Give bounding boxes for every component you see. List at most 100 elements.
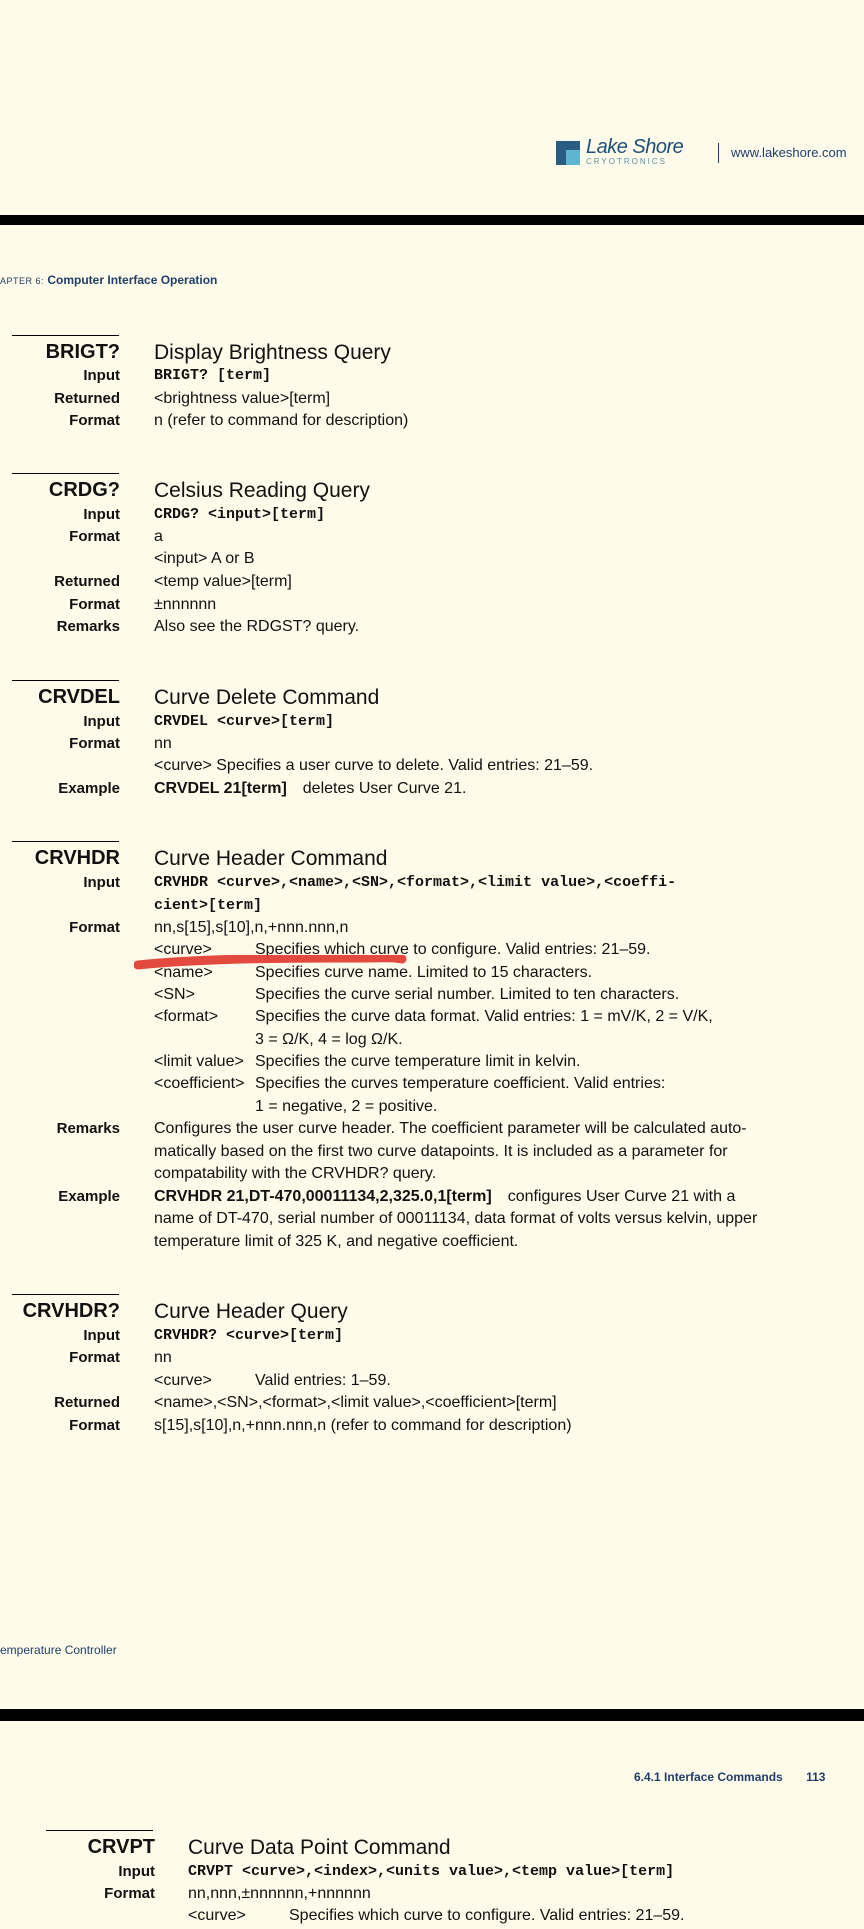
example-line: CRVDEL 21[term] deletes User Curve 21.	[154, 780, 466, 798]
example-label: Example	[58, 1188, 120, 1205]
param-name: <coefficient>	[154, 1075, 245, 1092]
chapter-prefix: APTER 6:	[0, 276, 45, 286]
example-desc: name of DT-470, serial number of 0001113…	[154, 1210, 758, 1227]
crvpt-input-row: Input CRVPT <curve>,<index>,<units value…	[0, 1863, 864, 1885]
website-link[interactable]: www.lakeshore.com	[731, 145, 847, 160]
section-rule	[12, 335, 119, 336]
logo-mark-accent	[566, 150, 580, 165]
logo-name: Lake Shore	[586, 136, 684, 158]
example-label: Example	[58, 780, 120, 797]
format-value: nn,s[15],s[10],n,+nnn.nnn,n	[154, 919, 349, 936]
crvhdr-param-row: 1 = negative, 2 = positive.	[0, 1098, 864, 1120]
format-label: Format	[69, 412, 120, 429]
crvdel-format-row: Format nn	[0, 735, 864, 757]
crdg-format-row: Format a	[0, 528, 864, 550]
crvhdr-example-row: temperature limit of 325 K, and negative…	[0, 1233, 864, 1255]
input-syntax: CRDG? <input>[term]	[154, 506, 326, 523]
param-name: <limit value>	[154, 1053, 244, 1070]
top-rule	[0, 215, 864, 225]
crvhdr-format-row: Format nn,s[15],s[10],n,+nnn.nnn,n	[0, 919, 864, 941]
section-rule	[12, 841, 119, 842]
command-title: Celsius Reading Query	[154, 479, 370, 502]
param-desc: Specifies which curve to configure. Vali…	[289, 1907, 685, 1924]
crvhdr-param-row: <name> Specifies curve name. Limited to …	[0, 964, 864, 986]
crdg-input-row: Input CRDG? <input>[term]	[0, 506, 864, 528]
crvhdr-example-row: Example CRVHDR 21,DT-470,00011134,2,325.…	[0, 1188, 864, 1210]
crdg-remarks-row: Remarks Also see the RDGST? query.	[0, 618, 864, 640]
brigt-format-row: Format n (refer to command for descripti…	[0, 412, 864, 434]
crvhdr-param-row: 3 = Ω/K, 4 = log Ω/K.	[0, 1031, 864, 1053]
param-name: <SN>	[154, 986, 195, 1003]
format-value: ±nnnnnn	[154, 596, 217, 613]
input-label: Input	[83, 1327, 120, 1344]
command-name: CRVHDR	[34, 847, 120, 869]
crvhdr-param-row: <SN> Specifies the curve serial number. …	[0, 986, 864, 1008]
section-rule	[12, 473, 119, 474]
input-syntax: CRVHDR <curve>,<name>,<SN>,<format>,<lim…	[154, 874, 677, 891]
crvhdrq-format2-row: Format s[15],s[10],n,+nnn.nnn,n (refer t…	[0, 1417, 864, 1439]
crvhdr-param-row: <format> Specifies the curve data format…	[0, 1008, 864, 1030]
format-label: Format	[69, 735, 120, 752]
format-value: a	[154, 528, 163, 545]
format-value: nn,nnn,±nnnnnn,+nnnnnn	[188, 1885, 371, 1902]
crvpt-format-row: Format nn,nnn,±nnnnnn,+nnnnnn	[0, 1885, 864, 1907]
command-title: Curve Header Query	[154, 1300, 348, 1323]
remarks-label: Remarks	[56, 618, 120, 635]
crdg-param-row: <input> A or B	[0, 550, 864, 572]
format-value: nn	[154, 735, 172, 752]
input-syntax-cont: cient>[term]	[154, 897, 263, 914]
param-desc: Specifies the curve data format. Valid e…	[255, 1008, 713, 1025]
example-command: CRVDEL 21[term]	[154, 780, 287, 797]
format-label: Format	[69, 596, 120, 613]
remarks-text: Configures the user curve header. The co…	[154, 1120, 747, 1137]
command-title: Curve Header Command	[154, 847, 388, 870]
param-name: <curve>	[154, 1372, 212, 1389]
running-header: 6.4.1 Interface Commands 113	[634, 1770, 825, 1784]
param-desc: Specifies the curve temperature limit in…	[255, 1053, 581, 1070]
command-title: Curve Delete Command	[154, 686, 380, 709]
red-highlight-stroke	[134, 955, 407, 970]
crvhdr-remarks-row: Remarks Configures the user curve header…	[0, 1120, 864, 1142]
crvhdrq-returned-row: Returned <name>,<SN>,<format>,<limit val…	[0, 1394, 864, 1416]
returned-label: Returned	[54, 1394, 120, 1411]
param-line: <input> A or B	[154, 550, 255, 568]
returned-value: <name>,<SN>,<format>,<limit value>,<coef…	[154, 1394, 557, 1411]
remarks-text: Also see the RDGST? query.	[154, 618, 360, 635]
remarks-text: matically based on the first two curve d…	[154, 1143, 728, 1160]
section-rule	[46, 1830, 153, 1831]
example-line: CRVHDR 21,DT-470,00011134,2,325.0,1[term…	[154, 1188, 735, 1206]
command-title: Display Brightness Query	[154, 341, 391, 364]
command-name: CRVHDR?	[22, 1300, 120, 1322]
command-title: Curve Data Point Command	[188, 1836, 451, 1859]
format-label: Format	[69, 528, 120, 545]
crvhdr-input-cont-row: cient>[term]	[0, 897, 864, 919]
input-label: Input	[118, 1863, 155, 1880]
chapter-heading: APTER 6: Computer Interface Operation	[0, 273, 217, 287]
crvpt-param-row: <curve> Specifies which curve to configu…	[0, 1907, 864, 1929]
param-name: <input>	[154, 550, 208, 567]
input-label: Input	[83, 506, 120, 523]
crvhdr-param-row: <curve> Specifies which curve to configu…	[0, 941, 864, 963]
section-rule	[12, 1294, 119, 1295]
crvdel-example-row: Example CRVDEL 21[term] deletes User Curv…	[0, 780, 864, 802]
format-value: s[15],s[10],n,+nnn.nnn,n (refer to comma…	[154, 1417, 572, 1434]
returned-value: <temp value>[term]	[154, 573, 292, 590]
param-name: <curve>	[188, 1907, 246, 1924]
brigt-returned-row: Returned <brightness value>[term]	[0, 390, 864, 412]
running-section: 6.4.1 Interface Commands	[634, 1770, 783, 1784]
input-syntax: CRVDEL <curve>[term]	[154, 713, 335, 730]
param-desc: 1 = negative, 2 = positive.	[255, 1098, 438, 1115]
logo-subtitle: CRYOTRONICS	[586, 157, 667, 166]
param-desc: Valid entries: 1–59.	[255, 1372, 391, 1389]
returned-label: Returned	[54, 390, 120, 407]
example-desc: temperature limit of 325 K, and negative…	[154, 1233, 519, 1250]
crvhdr-param-row: <limit value> Specifies the curve temper…	[0, 1053, 864, 1075]
page-number: 113	[806, 1770, 826, 1784]
param-line: <curve> Specifies a user curve to delete…	[154, 757, 594, 774]
input-syntax: CRVHDR? <curve>[term]	[154, 1327, 344, 1344]
param-name: <format>	[154, 1008, 219, 1025]
param-desc: Specifies the curve serial number. Limit…	[255, 986, 680, 1003]
format-value: nn	[154, 1349, 172, 1366]
chapter-title: Computer Interface Operation	[47, 273, 218, 287]
example-desc: configures User Curve 21 with a	[507, 1188, 736, 1205]
